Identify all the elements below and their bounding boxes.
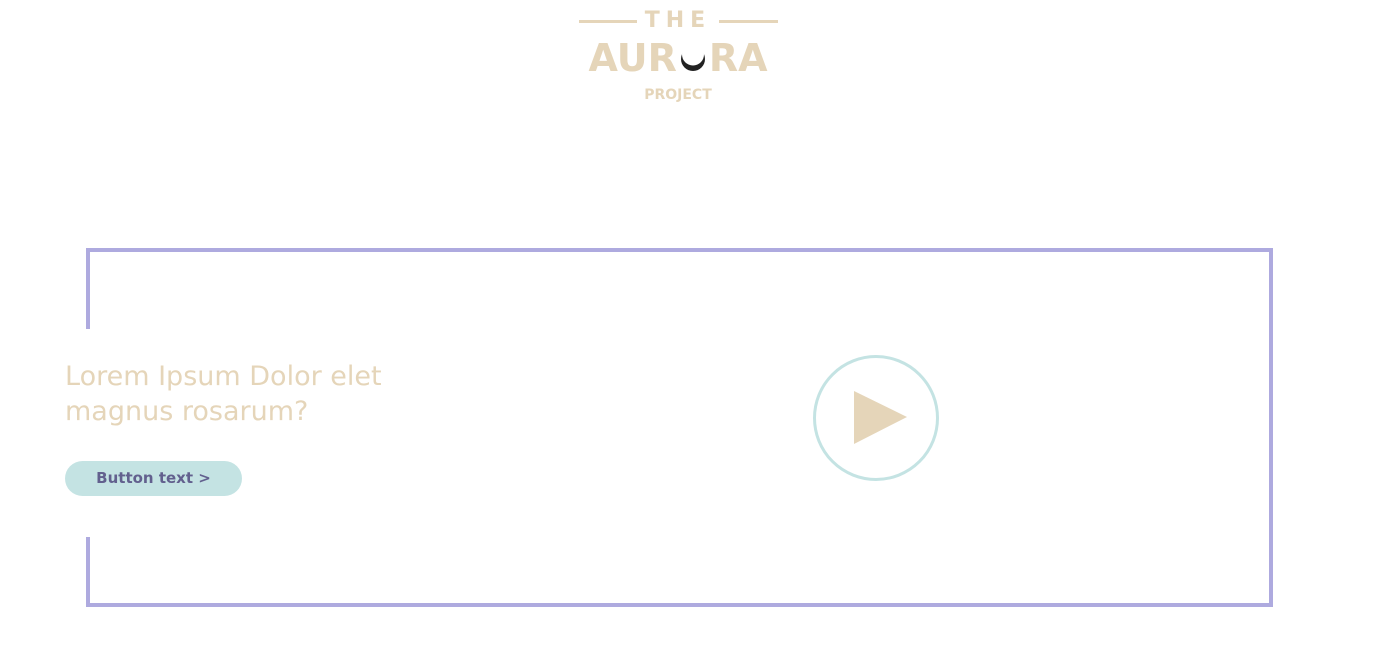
frame-left-border-bottom [86,537,90,607]
video-play-button[interactable] [813,355,939,481]
page: THE AUR RA PROJECT Lorem Ipsum Dolor elet… [0,0,1386,655]
frame-bottom-border [86,603,1273,607]
logo-project-text: PROJECT [644,87,712,103]
logo-top-row: THE [578,8,778,34]
logo-wordmark: AUR RA [578,36,778,80]
aurora-project-logo[interactable]: THE AUR RA PROJECT [578,8,778,108]
logo-the-text: THE [644,8,712,33]
logo-right-rule [719,20,778,23]
frame-top-border [86,248,1273,252]
logo-wordmark-right: RA [708,36,768,80]
crescent-moon-icon [678,39,708,71]
play-icon [813,355,939,481]
logo-left-rule [579,20,637,23]
logo-wordmark-left: AUR [588,36,677,80]
frame-right-border [1269,248,1273,607]
frame-left-border-top [86,248,90,329]
hero-headline: Lorem Ipsum Dolor elet magnus rosarum? [65,361,382,427]
cta-button[interactable]: Button text > [65,461,242,496]
